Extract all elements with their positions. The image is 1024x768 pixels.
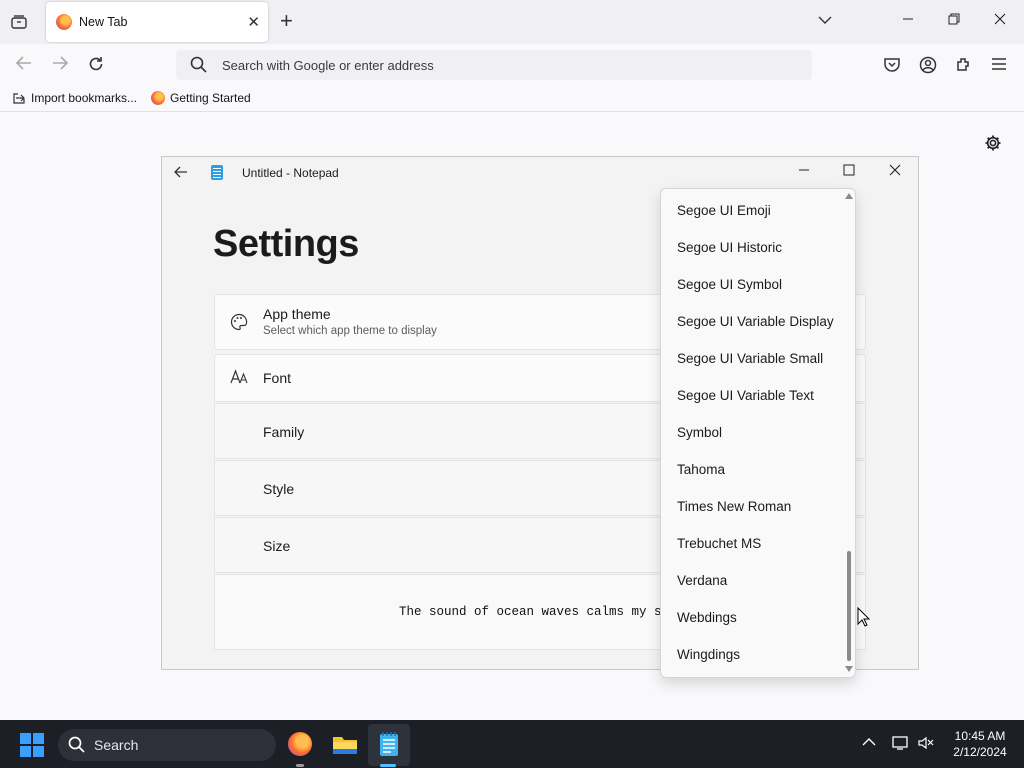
address-bar-placeholder: Search with Google or enter address <box>222 58 434 73</box>
font-option[interactable]: Segoe UI Emoji <box>677 203 771 218</box>
dropdown-scrollbar-thumb[interactable] <box>847 551 851 661</box>
import-icon <box>13 93 25 104</box>
close-button[interactable] <box>889 163 901 180</box>
font-option[interactable]: Times New Roman <box>677 499 791 514</box>
taskbar: Search 10:45 AM 2/12/2024 <box>0 720 1024 768</box>
font-option[interactable]: Trebuchet MS <box>677 536 761 551</box>
list-all-tabs-icon[interactable] <box>818 12 832 29</box>
notepad-icon <box>211 165 223 180</box>
font-option[interactable]: Segoe UI Symbol <box>677 277 782 292</box>
new-tab-button[interactable]: + <box>280 10 293 32</box>
mouse-cursor-icon <box>857 606 871 632</box>
font-icon <box>230 369 248 390</box>
font-option[interactable]: Segoe UI Variable Small <box>677 351 823 366</box>
close-browser-button[interactable] <box>994 12 1006 29</box>
close-tab-icon[interactable]: ✕ <box>247 13 260 31</box>
font-option[interactable]: Tahoma <box>677 462 725 477</box>
font-option[interactable]: Segoe UI Variable Display <box>677 314 834 329</box>
firefox-icon <box>56 14 72 30</box>
account-icon[interactable] <box>919 56 937 79</box>
back-icon[interactable] <box>15 55 33 76</box>
network-icon[interactable] <box>892 735 910 754</box>
back-arrow-icon[interactable] <box>174 165 188 182</box>
firefox-running-indicator <box>296 764 304 767</box>
volume-muted-icon[interactable] <box>917 735 935 754</box>
font-preview-text: The sound of ocean waves calms my so <box>399 605 670 619</box>
system-clock[interactable]: 10:45 AM 2/12/2024 <box>940 728 1020 760</box>
font-size-label: Size <box>263 538 291 554</box>
search-icon <box>190 56 208 79</box>
bookmark-import[interactable]: Import bookmarks... <box>12 91 137 105</box>
minimize-button[interactable] <box>798 163 810 180</box>
tab-list-icon[interactable] <box>8 12 30 32</box>
font-option[interactable]: Segoe UI Historic <box>677 240 782 255</box>
notepad-window-title: Untitled - Notepad <box>242 166 339 180</box>
file-explorer-icon[interactable] <box>329 728 361 760</box>
font-option[interactable]: Symbol <box>677 425 722 440</box>
show-hidden-icons-chevron-icon[interactable] <box>862 735 876 750</box>
minimize-browser-button[interactable] <box>902 12 914 29</box>
scroll-up-arrow-icon[interactable] <box>845 193 853 199</box>
tab-title: New Tab <box>79 15 128 29</box>
taskbar-search-placeholder: Search <box>94 737 139 753</box>
extensions-icon[interactable] <box>955 56 973 79</box>
address-bar[interactable]: Search with Google or enter address <box>176 50 812 80</box>
windows-start-icon[interactable] <box>20 733 44 757</box>
bookmarks-toolbar: Import bookmarks... Getting Started <box>0 86 1024 112</box>
clock-time: 10:45 AM <box>954 729 1006 743</box>
font-option[interactable]: Segoe UI Variable Text <box>677 388 814 403</box>
reload-icon[interactable] <box>87 55 105 78</box>
firefox-icon <box>151 91 165 105</box>
settings-heading: Settings <box>213 223 359 265</box>
font-family-dropdown[interactable]: Segoe UI Emoji Segoe UI Historic Segoe U… <box>660 188 856 678</box>
app-theme-description: Select which app theme to display <box>263 325 437 337</box>
browser-nav-bar: Search with Google or enter address <box>0 44 1024 86</box>
clock-date: 2/12/2024 <box>953 745 1007 759</box>
scroll-down-arrow-icon[interactable] <box>845 666 853 672</box>
notepad-running-indicator <box>380 764 396 767</box>
pocket-icon[interactable] <box>883 56 901 79</box>
font-family-label: Family <box>263 424 305 440</box>
forward-icon[interactable] <box>51 55 69 76</box>
restore-browser-button[interactable] <box>948 12 960 29</box>
browser-tab-bar: New Tab ✕ + <box>0 0 1024 44</box>
notepad-title-bar: Untitled - Notepad <box>162 157 918 189</box>
search-icon <box>68 736 86 759</box>
maximize-button[interactable] <box>843 163 855 180</box>
notepad-taskbar-icon[interactable] <box>373 728 405 760</box>
font-option[interactable]: Webdings <box>677 610 737 625</box>
bookmark-getting-started[interactable]: Getting Started <box>151 91 251 105</box>
gear-icon[interactable] <box>984 134 1002 157</box>
font-section-label: Font <box>263 370 292 386</box>
menu-icon[interactable] <box>991 56 1007 77</box>
font-option[interactable]: Verdana <box>677 573 727 588</box>
palette-icon <box>230 313 248 336</box>
app-theme-label: App theme <box>263 306 331 322</box>
bookmark-getting-started-label: Getting Started <box>170 91 251 105</box>
taskbar-search-box[interactable]: Search <box>58 729 276 761</box>
firefox-taskbar-icon[interactable] <box>284 728 316 760</box>
font-option[interactable]: Wingdings <box>677 647 740 662</box>
font-style-label: Style <box>263 481 295 497</box>
bookmark-import-label: Import bookmarks... <box>31 91 138 105</box>
browser-tab-new-tab[interactable]: New Tab ✕ <box>46 2 268 42</box>
